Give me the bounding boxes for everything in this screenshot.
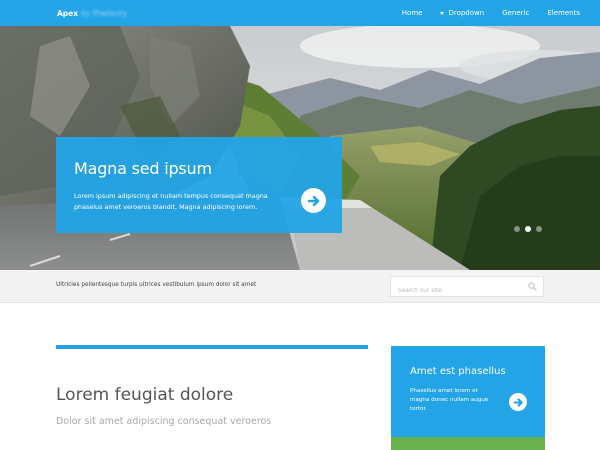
arrow-right-icon: [513, 397, 523, 407]
slide-dot-2[interactable]: [525, 226, 531, 232]
sidebar-text: Phasellus amet lorem et magna donec null…: [410, 388, 489, 412]
search-box: [390, 276, 544, 301]
strip-tagline: Ultricies pellentesque turpis ultrices v…: [56, 282, 257, 288]
nav-dropdown[interactable]: Dropdown: [440, 9, 484, 17]
nav-generic[interactable]: Generic: [502, 9, 529, 17]
top-navbar: Apex by Pixelarity Home Dropdown Generic…: [0, 0, 600, 26]
hero-next-button[interactable]: [301, 188, 326, 213]
section-accent-rule: [56, 345, 368, 349]
search-icon[interactable]: [528, 282, 537, 291]
nav-home-label: Home: [401, 9, 423, 17]
main-heading: Lorem feugiat dolore: [56, 385, 234, 405]
slider-pagination: [514, 226, 542, 232]
sidebar-feature-box: Amet est phasellus Phasellus amet lorem …: [391, 346, 545, 438]
hero-text: Lorem ipsum adipiscing et nullam tempus …: [74, 192, 268, 211]
sidebar-next-button[interactable]: [509, 393, 527, 411]
arrow-right-icon: [307, 195, 319, 206]
search-input[interactable]: [391, 281, 521, 301]
hero-caption-box: Magna sed ipsum Lorem ipsum adipiscing e…: [56, 137, 342, 233]
hero-title: Magna sed ipsum: [74, 159, 212, 178]
nav-home[interactable]: Home: [402, 9, 423, 17]
hero-banner: Magna sed ipsum Lorem ipsum adipiscing e…: [0, 26, 600, 270]
nav-generic-label: Generic: [502, 9, 530, 17]
nav-dropdown-label: Dropdown: [448, 9, 485, 17]
caret-down-icon: [440, 11, 445, 15]
nav-elements[interactable]: Elements: [547, 9, 580, 17]
sidebar-green-block: [391, 437, 545, 450]
main-subheading: Dolor sit amet adipiscing consequat vero…: [56, 416, 272, 427]
slide-dot-1[interactable]: [514, 226, 520, 232]
main-nav: Home Dropdown Generic Elements: [402, 9, 580, 17]
sidebar-title: Amet est phasellus: [410, 366, 506, 377]
site-logo[interactable]: Apex by Pixelarity: [57, 9, 127, 18]
nav-elements-label: Elements: [547, 9, 580, 17]
brand-byline: by Pixelarity: [81, 8, 128, 18]
brand-name: Apex: [57, 8, 79, 18]
search-strip: Ultricies pellentesque turpis ultrices v…: [0, 270, 600, 303]
slide-dot-3[interactable]: [536, 226, 542, 232]
